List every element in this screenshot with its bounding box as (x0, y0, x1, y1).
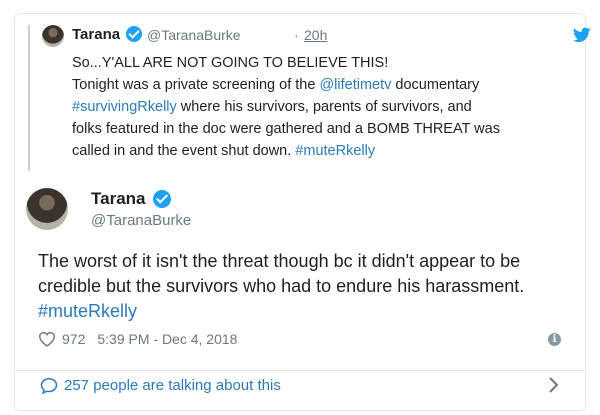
text-line: called in and the event shut down. #mute… (72, 140, 558, 162)
text-segment: documentary (391, 77, 480, 93)
quoted-tweet[interactable]: Tarana @TaranaBurke · 20h So...Y'ALL ARE… (28, 25, 591, 171)
verified-badge-icon (153, 190, 171, 208)
chevron-right-icon[interactable] (548, 376, 560, 394)
tweet-text: The worst of it isn't the threat though … (38, 249, 578, 324)
author-avatar[interactable] (26, 188, 68, 230)
quoted-author-handle[interactable]: @TaranaBurke (147, 27, 241, 43)
text-line: So...Y'ALL ARE NOT GOING TO BELIEVE THIS… (72, 52, 558, 74)
quoted-tweet-text: So...Y'ALL ARE NOT GOING TO BELIEVE THIS… (72, 52, 558, 162)
speech-bubble-icon (40, 377, 58, 394)
heart-icon[interactable] (38, 331, 56, 347)
quoted-author-name[interactable]: Tarana (72, 26, 120, 43)
text-segment: So...Y'ALL ARE NOT GOING TO BELIEVE THIS… (72, 55, 389, 71)
footer-divider (15, 370, 585, 371)
text-segment: where his survivors, parents of survivor… (176, 99, 472, 115)
like-count[interactable]: 972 (62, 331, 85, 347)
author-handle[interactable]: @TaranaBurke (91, 212, 191, 229)
text-segment: credible but the survivors who had to en… (38, 276, 525, 296)
text-line: #survivingRkelly where his survivors, pa… (72, 96, 558, 118)
quoted-timestamp[interactable]: 20h (304, 27, 327, 43)
text-segment: Tonight was a private screening of the (72, 77, 320, 93)
text-line: credible but the survivors who had to en… (38, 274, 578, 299)
info-icon[interactable]: i (548, 333, 561, 346)
text-segment: called in and the event shut down. (72, 143, 296, 159)
text-segment: folks featured in the doc were gathered … (72, 121, 500, 137)
verified-badge-icon (126, 26, 142, 42)
text-line: folks featured in the doc were gathered … (72, 118, 558, 140)
mention-link[interactable]: @lifetimetv (319, 77, 391, 93)
conversation-link[interactable]: 257 people are talking about this (40, 377, 281, 394)
text-line: The worst of it isn't the threat though … (38, 249, 578, 274)
author-name[interactable]: Tarana (91, 189, 146, 209)
text-line: Tonight was a private screening of the @… (72, 74, 558, 96)
conversation-count-text[interactable]: 257 people are talking about this (64, 377, 281, 394)
text-line: #muteRkelly (38, 299, 578, 324)
hashtag-link[interactable]: #survivingRkelly (72, 99, 177, 115)
twitter-bird-icon[interactable] (573, 27, 591, 43)
separator-dot: · (294, 27, 299, 43)
tweet-timestamp[interactable]: 5:39 PM - Dec 4, 2018 (97, 331, 237, 347)
text-segment: The worst of it isn't the threat though … (38, 251, 521, 271)
hashtag-link[interactable]: #muteRkelly (295, 143, 375, 159)
quote-bar (28, 25, 30, 171)
quoted-avatar[interactable] (42, 25, 64, 47)
tweet-meta: 972 5:39 PM - Dec 4, 2018 (38, 331, 237, 347)
hashtag-link[interactable]: #muteRkelly (38, 301, 137, 321)
